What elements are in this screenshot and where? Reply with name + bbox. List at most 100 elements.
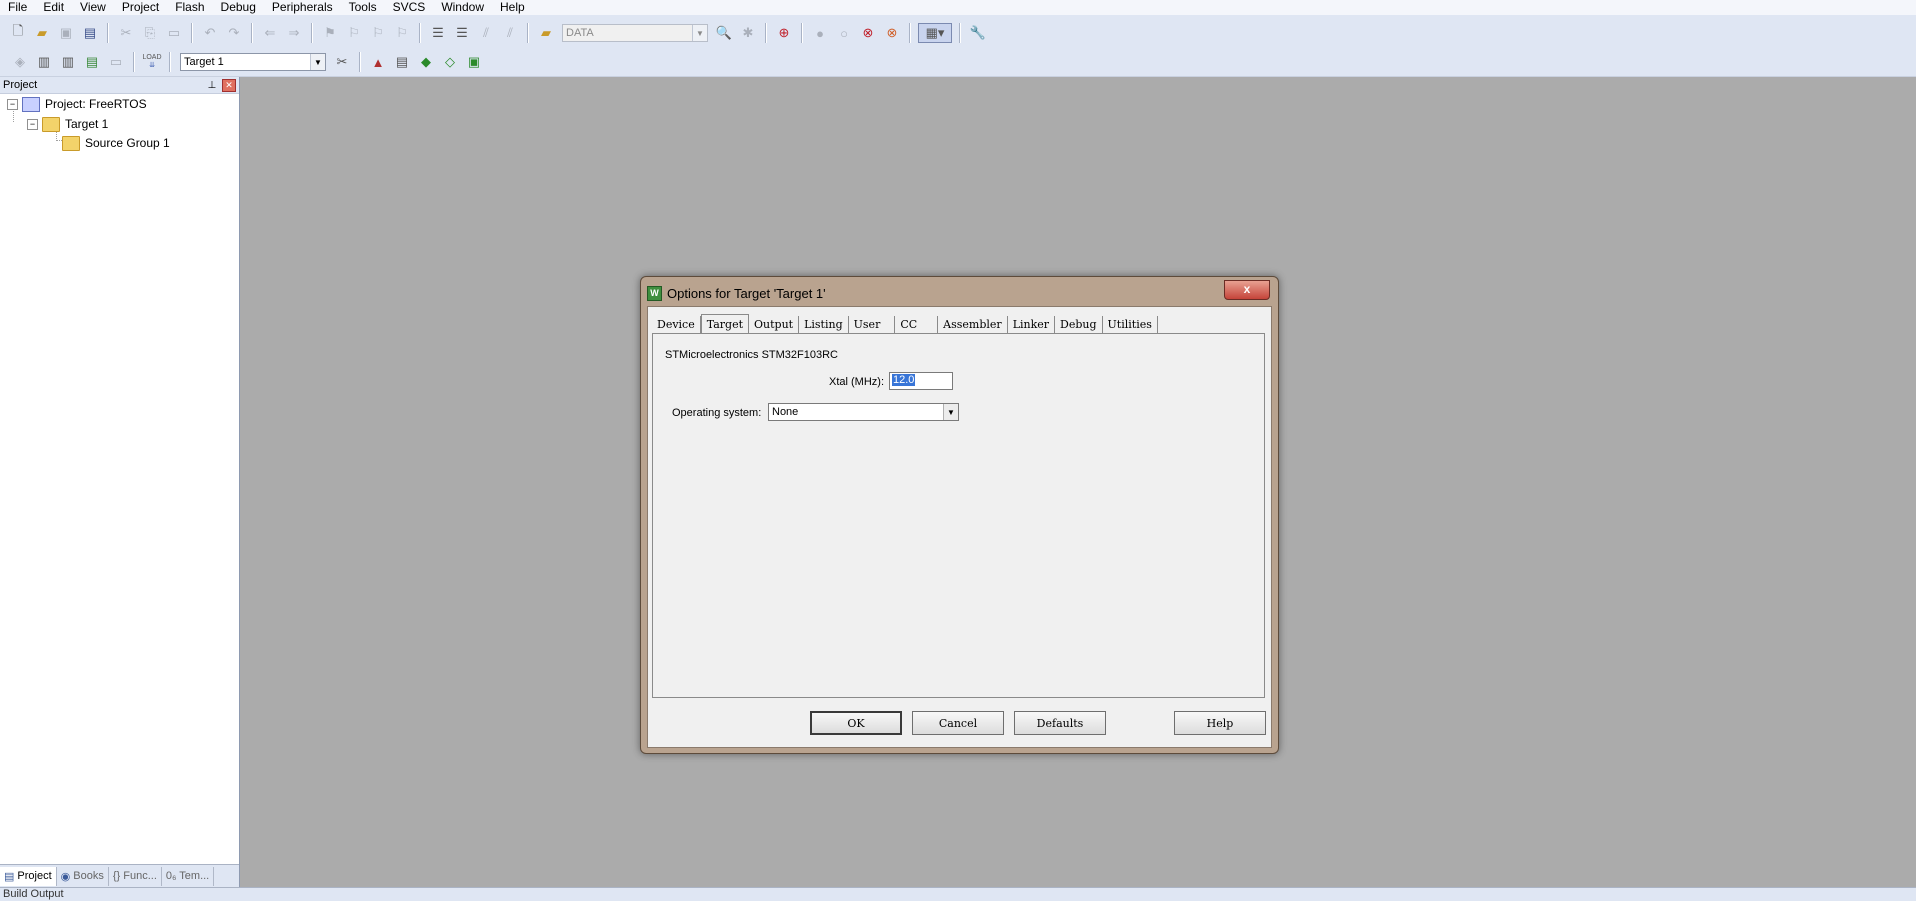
tab-listing[interactable]: Listing	[799, 316, 849, 333]
chevron-down-icon: ▼	[943, 404, 958, 420]
manage-run-time-icon[interactable]: ◆	[416, 52, 436, 72]
undo-icon[interactable]: ↶	[200, 23, 220, 43]
find-combo[interactable]: DATA ▼	[562, 24, 708, 42]
configure-icon[interactable]: 🔧	[968, 23, 988, 43]
tab-books[interactable]: ◉ Books	[57, 866, 109, 886]
menu-edit[interactable]: Edit	[35, 0, 72, 15]
menu-project[interactable]: Project	[114, 0, 167, 15]
tree-item-source-group[interactable]: Source Group 1	[62, 134, 170, 152]
menu-window[interactable]: Window	[433, 0, 492, 15]
tab-linker[interactable]: Linker	[1008, 316, 1056, 333]
save-icon[interactable]: ▣	[56, 23, 76, 43]
menu-svcs[interactable]: SVCS	[385, 0, 434, 15]
bookmark-toggle-icon[interactable]: ⚑	[320, 23, 340, 43]
load-icon[interactable]: LOAD ⇊	[142, 52, 162, 72]
build-toolbar: ◈ ▥ ▥ ▤ ▭ LOAD ⇊ Target 1 ▼ ✂ ▲ ▤ ◆ ◇ ▣	[0, 48, 486, 76]
comment-icon[interactable]: ⫽	[476, 23, 496, 43]
toolbar-separator	[419, 23, 421, 43]
menu-flash[interactable]: Flash	[167, 0, 212, 15]
os-select[interactable]: None ▼	[768, 403, 959, 421]
toolbar-separator	[107, 23, 109, 43]
menu-peripherals[interactable]: Peripherals	[264, 0, 341, 15]
navigate-forward-icon[interactable]: ⇒	[284, 23, 304, 43]
uncomment-icon[interactable]: ⫽	[500, 23, 520, 43]
breakpoint-disable-all-icon[interactable]: ⊗	[858, 23, 878, 43]
folder-icon	[62, 135, 80, 151]
indent-icon[interactable]: ☰	[428, 23, 448, 43]
tab-utilities[interactable]: Utilities	[1103, 316, 1158, 333]
dialog-close-button[interactable]: x	[1224, 280, 1270, 300]
incremental-find-icon[interactable]: ✱	[738, 23, 758, 43]
rebuild-icon[interactable]: ▥	[58, 52, 78, 72]
pin-icon[interactable]: ⊥	[206, 80, 218, 91]
navigate-back-icon[interactable]: ⇐	[260, 23, 280, 43]
breakpoint-kill-all-icon[interactable]: ⊗	[882, 23, 902, 43]
menu-view[interactable]: View	[72, 0, 114, 15]
find-icon[interactable]: 🔍	[714, 23, 734, 43]
menu-tools[interactable]: Tools	[341, 0, 385, 15]
debug-session-icon[interactable]: ⊕	[774, 23, 794, 43]
bookmark-next-icon[interactable]: ⚐	[368, 23, 388, 43]
target-options-icon[interactable]: ✂	[332, 52, 352, 72]
tab-target[interactable]: Target	[700, 314, 750, 334]
cancel-button[interactable]: Cancel	[912, 711, 1004, 735]
window-layout-icon[interactable]: ▦▾	[918, 23, 952, 43]
menu-help[interactable]: Help	[492, 0, 533, 15]
project-panel: Project ⊥ ✕ − Project: FreeRTOS − Target…	[0, 77, 240, 887]
toolbar-separator	[801, 23, 803, 43]
project-panel-header: Project ⊥ ✕	[0, 77, 239, 94]
close-icon[interactable]: ✕	[222, 78, 236, 92]
toolbar-separator	[765, 23, 767, 43]
unindent-icon[interactable]: ☰	[452, 23, 472, 43]
copy-icon[interactable]: ⎘	[140, 23, 160, 43]
collapse-icon[interactable]: −	[27, 118, 38, 130]
bookmark-prev-icon[interactable]: ⚐	[344, 23, 364, 43]
find-in-files-icon[interactable]: ▰	[536, 23, 556, 43]
build-output-title: Build Output	[3, 888, 64, 900]
paste-icon[interactable]: ▭	[164, 23, 184, 43]
bookmark-clear-icon[interactable]: ⚐	[392, 23, 412, 43]
stop-build-icon[interactable]: ▭	[106, 52, 126, 72]
tab-user[interactable]: User	[849, 316, 896, 333]
batch-build-icon[interactable]: ▤	[82, 52, 102, 72]
file-extensions-icon[interactable]: ▲	[368, 52, 388, 72]
build-icon[interactable]: ▥	[34, 52, 54, 72]
tab-assembler[interactable]: Assembler	[938, 316, 1008, 333]
save-all-icon[interactable]: ▤	[80, 23, 100, 43]
menu-file[interactable]: File	[0, 0, 35, 15]
ok-button[interactable]: OK	[810, 711, 902, 735]
tab-templates[interactable]: 0₆ Tem...	[162, 866, 215, 886]
dialog-client: Device Target Output Listing User CC Ass…	[647, 306, 1272, 748]
tree-item-target[interactable]: − Target 1	[27, 115, 108, 133]
toolbar-separator	[527, 23, 529, 43]
open-file-icon[interactable]: ▰	[32, 23, 52, 43]
redo-icon[interactable]: ↷	[224, 23, 244, 43]
breakpoint-enable-icon[interactable]: ○	[834, 23, 854, 43]
file-toolbar: 🗋 ▰ ▣ ▤ ✂ ⎘ ▭ ↶ ↷ ⇐ ⇒ ⚑ ⚐ ⚐ ⚐ ☰ ☰ ⫽ ⫽ ▰ …	[0, 19, 990, 47]
new-file-icon[interactable]: 🗋	[8, 23, 28, 43]
toolbar-separator	[359, 52, 361, 72]
help-button[interactable]: Help	[1174, 711, 1266, 735]
build-output-header: Build Output	[0, 887, 1916, 901]
tab-debug[interactable]: Debug	[1055, 316, 1103, 333]
cut-icon[interactable]: ✂	[116, 23, 136, 43]
tab-functions[interactable]: {} Func...	[109, 866, 162, 886]
pack-installer-icon[interactable]: ▣	[464, 52, 484, 72]
tab-label: Books	[73, 870, 104, 882]
defaults-button[interactable]: Defaults	[1014, 711, 1106, 735]
target-combo[interactable]: Target 1 ▼	[180, 53, 326, 71]
collapse-icon[interactable]: −	[7, 98, 18, 110]
translate-icon[interactable]: ◈	[10, 52, 30, 72]
menu-debug[interactable]: Debug	[213, 0, 264, 15]
tab-cc[interactable]: CC	[895, 316, 939, 333]
select-packs-icon[interactable]: ◇	[440, 52, 460, 72]
breakpoint-insert-icon[interactable]: ●	[810, 23, 830, 43]
xtal-input[interactable]: 12.0	[889, 372, 953, 390]
manage-project-items-icon[interactable]: ▤	[392, 52, 412, 72]
tab-output[interactable]: Output	[749, 316, 800, 333]
tab-project[interactable]: ▤ Project	[0, 866, 57, 886]
tree-item-label: Project: FreeRTOS	[45, 97, 147, 111]
tree-item-project[interactable]: − Project: FreeRTOS	[7, 95, 147, 113]
project-tab-icon: ▤	[4, 870, 15, 883]
tab-device[interactable]: Device	[652, 316, 701, 333]
